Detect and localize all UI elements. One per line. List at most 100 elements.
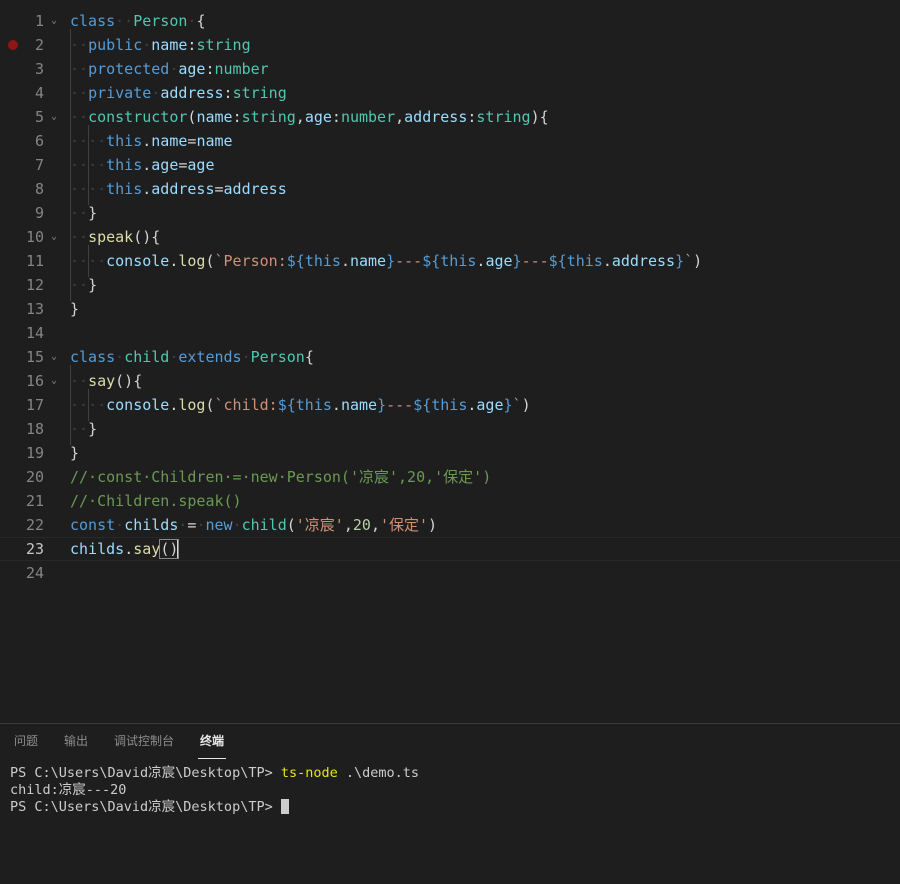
line-number: 22	[25, 516, 44, 534]
code-line[interactable]: 5 ⌄ ··constructor(name:string,age:number,a…	[0, 101, 900, 133]
token-punc: (	[205, 252, 215, 270]
code-line[interactable]: 10 ⌄ ··speak(){	[0, 221, 900, 253]
line-number: 3	[34, 60, 44, 78]
token-punc: =	[214, 180, 224, 198]
line-content: ··}	[64, 413, 900, 445]
token-kw: class	[70, 348, 116, 366]
code-line[interactable]: 23 childs.say()	[0, 537, 900, 561]
token-tmpl: }	[503, 396, 513, 414]
code-line[interactable]: 15 ⌄ class·child·extends·Person{	[0, 345, 900, 369]
code-line[interactable]: 3 ··protected·age:number	[0, 53, 900, 85]
line-number: 14	[25, 324, 44, 342]
line-content: ··speak(){	[64, 221, 900, 253]
line-number: 8	[34, 180, 44, 198]
line-number: 15	[25, 348, 44, 366]
token-typ: Person	[133, 12, 188, 30]
line-number: 16	[25, 372, 44, 390]
token-punc: (	[205, 396, 215, 414]
terminal-cursor	[280, 799, 289, 814]
panel-tab-debug-console[interactable]: 调试控制台	[112, 724, 176, 759]
chevron-down-icon[interactable]: ⌄	[44, 345, 64, 369]
panel-tab-problems[interactable]: 问题	[12, 724, 40, 759]
token-fn: log	[178, 252, 206, 270]
token-punc: .	[602, 252, 612, 270]
terminal-line: PS C:\Users\David凉宸\Desktop\TP> ts-node …	[10, 765, 890, 782]
token-str: `	[684, 252, 694, 270]
line-number: 7	[34, 156, 44, 174]
line-number: 11	[25, 252, 44, 270]
chevron-down-icon[interactable]: ⌄	[44, 369, 64, 393]
code-line[interactable]: 19}	[0, 441, 900, 465]
token-punc: (	[286, 516, 296, 534]
breakpoint-icon[interactable]	[8, 40, 18, 50]
line-content: class··Person·{	[64, 9, 900, 33]
breadcrumb[interactable]: TS demoks › m	[0, 0, 900, 9]
line-number: 9	[34, 204, 44, 222]
bracket-match-highlight: ()	[159, 539, 180, 559]
line-number: 5	[34, 108, 44, 126]
indent-guide: ··	[70, 245, 88, 277]
terminal-prompt: PS C:\Users\David凉宸\Desktop\TP>	[10, 765, 281, 781]
token-kw: this	[566, 252, 603, 270]
code-line[interactable]: 14	[0, 321, 900, 345]
code-line[interactable]: 13}	[0, 297, 900, 321]
code-line[interactable]: 8 ·· ··this.address=address	[0, 173, 900, 205]
code-line[interactable]: 1 ⌄ class··Person·{	[0, 9, 900, 33]
code-line[interactable]: 11 ·· ··console.log(`Person:${this.name}--…	[0, 245, 900, 277]
token-typ: string	[196, 36, 251, 54]
code-line[interactable]: 17 ·· ··console.log(`child:${this.name}---…	[0, 389, 900, 421]
token-var: address	[404, 108, 468, 126]
token-punc: (){	[133, 228, 161, 246]
indent-guide: ··	[70, 77, 88, 109]
code-line[interactable]: 20 //·const·Children·=·new·Person('凉宸',20…	[0, 465, 900, 489]
code-line[interactable]: 21 //·Children.speak()	[0, 489, 900, 513]
line-content: ··private·address:string	[64, 77, 900, 109]
token-punc: .	[142, 180, 152, 198]
line-number: 24	[25, 564, 44, 582]
indent-guide: ··	[70, 269, 88, 301]
code-line[interactable]: 22 const·childs·=·new·child('凉宸',20,'保定')	[0, 513, 900, 537]
token-str: `Person:	[214, 252, 287, 270]
token-typ: string	[232, 84, 287, 102]
line-content: ··}	[64, 197, 900, 229]
code-line[interactable]: 24	[0, 561, 900, 585]
token-var: name	[196, 108, 233, 126]
token-punc: ,	[295, 108, 305, 126]
panel-tab-output[interactable]: 输出	[62, 724, 90, 759]
vscode-window: TS demoks › m 1⌄class··Person·{2··public…	[0, 0, 900, 884]
token-tmpl: ${	[413, 396, 432, 414]
token-punc: }	[70, 300, 80, 318]
line-content: ··}	[64, 269, 900, 301]
code-line[interactable]: 12 ··}	[0, 269, 900, 301]
code-line[interactable]: 4 ··private·address:string	[0, 77, 900, 109]
terminal-output-text: child:凉宸---20	[10, 782, 127, 798]
chevron-down-icon[interactable]: ⌄	[44, 105, 64, 129]
indent-guide: ··	[88, 245, 106, 277]
token-kw: const	[70, 516, 116, 534]
code-line[interactable]: 7 ·· ··this.age=age	[0, 149, 900, 181]
token-var: name	[196, 132, 233, 150]
line-content: ·· ··this.address=address	[64, 173, 900, 205]
code-line[interactable]: 18 ··}	[0, 413, 900, 445]
token-var: age	[304, 108, 332, 126]
code-editor[interactable]: 1 ⌄ class··Person·{2 ··public·name:string 3 ·…	[0, 9, 900, 723]
indent-guide: ··	[70, 149, 88, 181]
token-punc: ){	[530, 108, 549, 126]
code-line[interactable]: 2 ··public·name:string	[0, 29, 900, 61]
code-line[interactable]: 6 ·· ··this.name=name	[0, 125, 900, 157]
indent-guide: ··	[88, 389, 106, 421]
line-content: ·· ··this.name=name	[64, 125, 900, 157]
line-number: 18	[25, 420, 44, 438]
token-tmpl: }	[377, 396, 387, 414]
token-typ: number	[214, 60, 269, 78]
line-number: 17	[25, 396, 44, 414]
terminal-output[interactable]: PS C:\Users\David凉宸\Desktop\TP> ts-node …	[0, 759, 900, 884]
chevron-down-icon[interactable]: ⌄	[44, 225, 64, 249]
panel-tab-terminal[interactable]: 终端	[198, 724, 227, 759]
code-lines[interactable]: 1 ⌄ class··Person·{2 ··public·name:string 3 ·…	[0, 9, 900, 585]
code-line[interactable]: 9 ··}	[0, 197, 900, 229]
chevron-down-icon[interactable]: ⌄	[44, 9, 64, 33]
line-number: 20	[25, 468, 44, 486]
line-content: childs.say()	[64, 537, 900, 561]
code-line[interactable]: 16 ⌄ ··say(){	[0, 365, 900, 397]
